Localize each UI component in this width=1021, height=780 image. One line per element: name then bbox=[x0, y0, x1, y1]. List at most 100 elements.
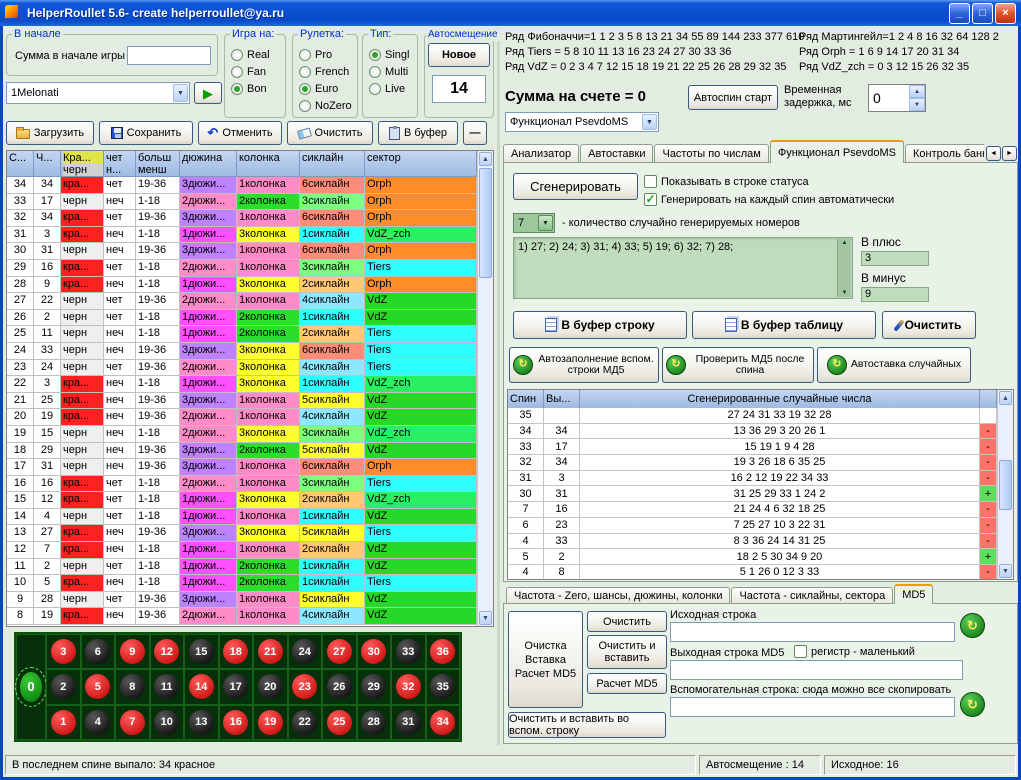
history-row[interactable]: 2019кра...неч19-362дюжи...1колонка4сикла… bbox=[7, 409, 477, 426]
history-header-cell[interactable]: сектор bbox=[365, 151, 477, 177]
board-cell-11[interactable]: 11 bbox=[150, 669, 185, 704]
history-header-cell[interactable]: дюжина bbox=[180, 151, 237, 177]
dropdown-arrow-icon[interactable]: ▼ bbox=[642, 114, 657, 130]
radio-option-bon[interactable]: Bon bbox=[231, 80, 285, 97]
generated-row[interactable]: 303131 25 29 33 1 24 2+ bbox=[508, 486, 997, 502]
board-cell-28[interactable]: 28 bbox=[357, 705, 392, 740]
auto-generate-option[interactable]: ✓ Генерировать на каждый спин автоматиче… bbox=[644, 193, 894, 206]
close-button[interactable]: × bbox=[995, 3, 1016, 24]
board-cell-22[interactable]: 22 bbox=[288, 705, 323, 740]
history-row[interactable]: 3031черннеч19-363дюжи...1колонка6сиклайн… bbox=[7, 243, 477, 260]
history-row[interactable]: 223кра...неч1-181дюжи...3колонка1сиклайн… bbox=[7, 376, 477, 393]
generated-row[interactable]: 323419 3 26 18 6 35 25- bbox=[508, 455, 997, 471]
tab-scroll-left-icon[interactable]: ◄ bbox=[986, 146, 1001, 161]
copy-row-button[interactable]: В буфер строку bbox=[513, 311, 687, 339]
history-row[interactable]: 313кра...неч1-181дюжи...3колонка1сиклайн… bbox=[7, 227, 477, 244]
maximize-button[interactable]: □ bbox=[972, 3, 993, 24]
tab-функционал-psevdoms[interactable]: Функционал PsevdoMS bbox=[770, 140, 904, 163]
history-row[interactable]: 1327кра...неч19-363дюжи...3колонка5сикла… bbox=[7, 525, 477, 542]
checkbox-icon[interactable] bbox=[644, 175, 657, 188]
scroll-down-icon[interactable]: ▼ bbox=[479, 611, 492, 625]
md5-refresh-icon[interactable]: ↻ bbox=[960, 692, 985, 717]
md5-clear-button[interactable]: Очистить bbox=[587, 611, 667, 632]
history-row[interactable]: 1829черннеч19-363дюжи...2колонка5сиклайн… bbox=[7, 443, 477, 460]
generated-row[interactable]: 6237 25 27 10 3 22 31- bbox=[508, 518, 997, 534]
save-button[interactable]: Сохранить bbox=[99, 121, 193, 145]
buffer-button[interactable]: В буфер bbox=[378, 121, 458, 145]
board-cell-14[interactable]: 14 bbox=[184, 669, 219, 704]
tab-автоставки[interactable]: Автоставки bbox=[580, 144, 653, 163]
tab-частота---zero-шансы-дюжины-колонки[interactable]: Частота - Zero, шансы, дюжины, колонки bbox=[506, 587, 730, 604]
board-cell-31[interactable]: 31 bbox=[391, 705, 426, 740]
header-result[interactable]: Вы... bbox=[544, 390, 580, 408]
scroll-down-icon[interactable]: ▼ bbox=[999, 564, 1012, 578]
generated-row[interactable]: 31316 2 12 19 22 34 33- bbox=[508, 471, 997, 487]
history-row[interactable]: 1616кра...чет1-182дюжи...1колонка3сиклай… bbox=[7, 476, 477, 493]
history-row[interactable]: 928чернчет19-363дюжи...1колонка5сиклайнV… bbox=[7, 592, 477, 609]
md5-source-input[interactable] bbox=[670, 622, 955, 642]
board-cell-19[interactable]: 19 bbox=[253, 705, 288, 740]
board-cell-23[interactable]: 23 bbox=[288, 669, 323, 704]
board-cell-zero[interactable]: 0 bbox=[16, 634, 46, 740]
board-cell-4[interactable]: 4 bbox=[81, 705, 116, 740]
generated-row[interactable]: 71621 24 4 6 32 18 25- bbox=[508, 502, 997, 518]
history-row[interactable]: 2916кра...чет1-182дюжи...1колонка3сиклай… bbox=[7, 260, 477, 277]
load-button[interactable]: Загрузить bbox=[6, 121, 94, 145]
generated-row[interactable]: 3527 24 31 33 19 32 28 bbox=[508, 408, 997, 424]
board-cell-9[interactable]: 9 bbox=[115, 634, 150, 669]
history-header-cell[interactable]: сиклайн bbox=[300, 151, 365, 177]
radio-option-multi[interactable]: Multi bbox=[369, 63, 417, 80]
board-cell-13[interactable]: 13 bbox=[184, 705, 219, 740]
play-button[interactable]: ▶ bbox=[194, 82, 222, 104]
textarea-scrollbar[interactable]: ▲ ▼ bbox=[837, 239, 851, 297]
generator-clear-button[interactable]: Очистить bbox=[882, 311, 976, 339]
board-cell-34[interactable]: 34 bbox=[426, 705, 461, 740]
history-header-cell[interactable]: колонка bbox=[237, 151, 300, 177]
history-header-cell[interactable]: С... bbox=[7, 151, 34, 177]
autofill-md5-button[interactable]: ↻ Автозаполнение вспом. строки МД5 bbox=[509, 347, 659, 383]
history-row[interactable]: 819кра...неч19-362дюжи...1колонка4сиклай… bbox=[7, 608, 477, 625]
radio-option-real[interactable]: Real bbox=[231, 46, 285, 63]
board-cell-7[interactable]: 7 bbox=[115, 705, 150, 740]
board-cell-10[interactable]: 10 bbox=[150, 705, 185, 740]
generated-row[interactable]: 4338 3 36 24 14 31 25- bbox=[508, 534, 997, 550]
history-header-cell[interactable]: Ч... bbox=[34, 151, 61, 177]
history-row[interactable]: 112чернчет1-181дюжи...2колонка1сиклайнVd… bbox=[7, 559, 477, 576]
history-scrollbar[interactable]: ▲ ▼ bbox=[477, 151, 493, 626]
board-cell-8[interactable]: 8 bbox=[115, 669, 150, 704]
generated-row[interactable]: 331715 19 1 9 4 28- bbox=[508, 439, 997, 455]
show-status-option[interactable]: Показывать в строке статуса bbox=[644, 175, 809, 188]
scroll-up-icon[interactable]: ▲ bbox=[842, 240, 848, 246]
board-cell-35[interactable]: 35 bbox=[426, 669, 461, 704]
board-cell-6[interactable]: 6 bbox=[81, 634, 116, 669]
board-cell-32[interactable]: 32 bbox=[391, 669, 426, 704]
count-select[interactable]: 7 ▼ bbox=[513, 213, 555, 233]
tab-частоты-по-числам[interactable]: Частоты по числам bbox=[654, 144, 768, 163]
delay-spinner[interactable]: 0 ▲ ▼ bbox=[868, 84, 926, 112]
spin-down-icon[interactable]: ▼ bbox=[909, 98, 925, 111]
generated-row[interactable]: 343413 36 29 3 20 26 1- bbox=[508, 424, 997, 440]
board-cell-1[interactable]: 1 bbox=[46, 705, 81, 740]
dropdown-arrow-icon[interactable]: ▼ bbox=[173, 84, 188, 102]
scrollbar-thumb[interactable] bbox=[479, 168, 492, 278]
header-numbers[interactable]: Сгенерированные случайные числа bbox=[580, 390, 980, 408]
history-row[interactable]: 144чернчет1-181дюжи...1колонка1сиклайнVd… bbox=[7, 509, 477, 526]
board-cell-27[interactable]: 27 bbox=[322, 634, 357, 669]
board-cell-20[interactable]: 20 bbox=[253, 669, 288, 704]
radio-option-singl[interactable]: Singl bbox=[369, 46, 417, 63]
scrollbar-thumb[interactable] bbox=[999, 460, 1012, 510]
history-row[interactable]: 3434кра...чет19-363дюжи...1колонка6сикла… bbox=[7, 177, 477, 194]
history-row[interactable]: 2433черннеч19-363дюжи...3колонка6сиклайн… bbox=[7, 343, 477, 360]
board-cell-21[interactable]: 21 bbox=[253, 634, 288, 669]
board-cell-17[interactable]: 17 bbox=[219, 669, 254, 704]
generate-button[interactable]: Сгенерировать bbox=[513, 173, 638, 200]
board-cell-2[interactable]: 2 bbox=[46, 669, 81, 704]
board-cell-25[interactable]: 25 bbox=[322, 705, 357, 740]
board-cell-16[interactable]: 16 bbox=[219, 705, 254, 740]
generated-row[interactable]: 5218 2 5 30 34 9 20+ bbox=[508, 549, 997, 565]
md5-all-in-one-button[interactable]: Очистка Вставка Расчет MD5 bbox=[508, 611, 583, 708]
checkbox-icon[interactable] bbox=[794, 645, 807, 658]
history-row[interactable]: 2324чернчет19-362дюжи...3колонка4сиклайн… bbox=[7, 360, 477, 377]
history-row[interactable]: 289кра...неч1-181дюжи...3колонка2сиклайн… bbox=[7, 277, 477, 294]
header-spin[interactable]: Спин bbox=[508, 390, 544, 408]
